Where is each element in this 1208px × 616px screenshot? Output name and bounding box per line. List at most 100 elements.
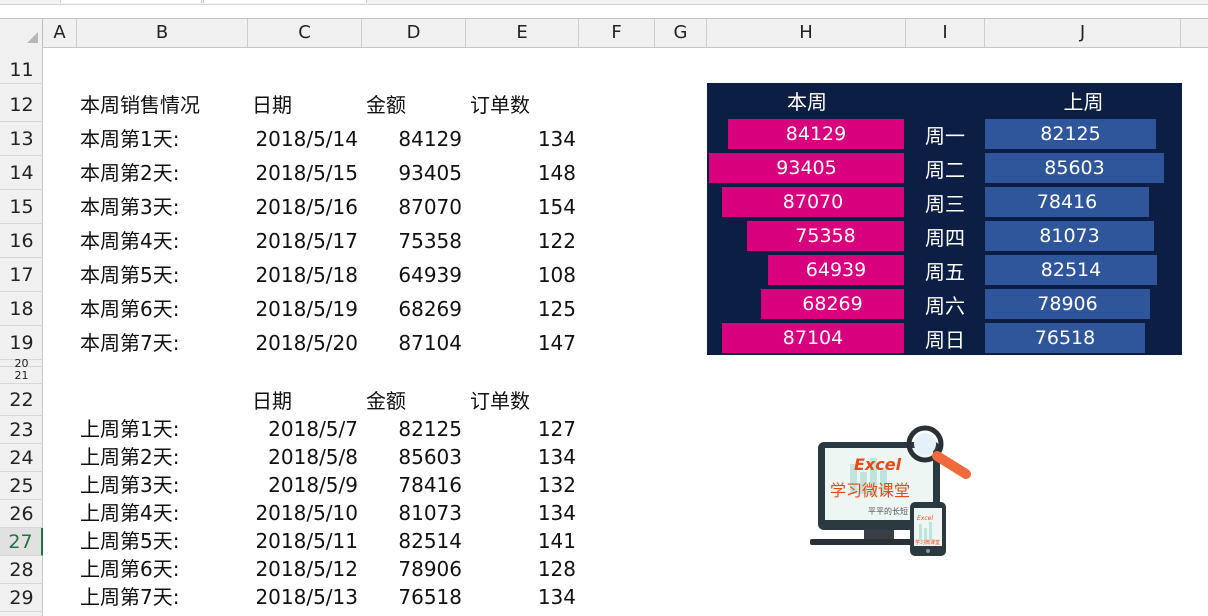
last-week-date-cell[interactable]: 2018/5/8 xyxy=(248,442,358,472)
last-week-amount-cell[interactable]: 76518 xyxy=(362,582,462,612)
column-header-f[interactable]: F xyxy=(579,19,655,47)
last-week-day-label[interactable]: 上周第7天: xyxy=(80,582,179,612)
last-week-orders-cell[interactable]: 128 xyxy=(466,554,576,584)
last-week-amount-cell[interactable]: 78906 xyxy=(362,554,462,584)
this-week-day-label[interactable]: 本周第2天: xyxy=(80,158,179,188)
last-week-bar: 81073 xyxy=(985,221,1154,251)
cell-c22[interactable]: 日期 xyxy=(252,386,292,416)
this-week-day-label[interactable]: 本周第1天: xyxy=(80,124,179,154)
last-week-date-cell[interactable]: 2018/5/12 xyxy=(248,554,358,584)
column-header-b[interactable]: B xyxy=(77,19,248,47)
this-week-date-cell[interactable]: 2018/5/18 xyxy=(248,260,358,290)
this-week-bar: 87070 xyxy=(722,187,904,217)
this-week-date-cell[interactable]: 2018/5/15 xyxy=(248,158,358,188)
this-week-amount-cell[interactable]: 68269 xyxy=(362,294,462,324)
last-week-orders-cell[interactable]: 127 xyxy=(466,414,576,444)
column-header-bar: ABCDEFGHIJ xyxy=(0,18,1208,48)
last-week-amount-cell[interactable]: 82514 xyxy=(362,526,462,556)
last-week-day-label[interactable]: 上周第4天: xyxy=(80,498,179,528)
row-header-12[interactable]: 12 xyxy=(0,88,43,122)
row-header-25[interactable]: 25 xyxy=(0,472,43,500)
this-week-date-cell[interactable]: 2018/5/17 xyxy=(248,226,358,256)
this-week-day-label[interactable]: 本周第7天: xyxy=(80,328,179,358)
last-week-amount-cell[interactable]: 85603 xyxy=(362,442,462,472)
row-header-16[interactable]: 16 xyxy=(0,224,43,258)
row-header-29[interactable]: 29 xyxy=(0,584,43,612)
last-week-date-cell[interactable]: 2018/5/7 xyxy=(248,414,358,444)
this-week-amount-cell[interactable]: 87070 xyxy=(362,192,462,222)
this-week-amount-cell[interactable]: 64939 xyxy=(362,260,462,290)
this-week-orders-cell[interactable]: 134 xyxy=(466,124,576,154)
column-header-i[interactable]: I xyxy=(906,19,985,47)
last-week-amount-cell[interactable]: 82125 xyxy=(362,414,462,444)
column-header-h[interactable]: H xyxy=(707,19,906,47)
last-week-orders-cell[interactable]: 134 xyxy=(466,442,576,472)
column-header-e[interactable]: E xyxy=(466,19,579,47)
last-week-day-label[interactable]: 上周第1天: xyxy=(80,414,179,444)
this-week-date-cell[interactable]: 2018/5/20 xyxy=(248,328,358,358)
last-week-date-cell[interactable]: 2018/5/9 xyxy=(248,470,358,500)
row-header-14[interactable]: 14 xyxy=(0,156,43,190)
last-week-day-label[interactable]: 上周第2天: xyxy=(80,442,179,472)
cell-b12[interactable]: 本周销售情况 xyxy=(80,90,200,120)
row-header-17[interactable]: 17 xyxy=(0,258,43,292)
this-week-date-cell[interactable]: 2018/5/19 xyxy=(248,294,358,324)
row-header-23[interactable]: 23 xyxy=(0,416,43,444)
column-header-c[interactable]: C xyxy=(248,19,362,47)
cell-e22[interactable]: 订单数 xyxy=(470,386,530,416)
last-week-orders-cell[interactable]: 132 xyxy=(466,470,576,500)
logo-tagline: 平平的长短 xyxy=(868,506,908,516)
row-header-27[interactable]: 27 xyxy=(0,528,43,556)
this-week-orders-cell[interactable]: 125 xyxy=(466,294,576,324)
last-week-orders-cell[interactable]: 141 xyxy=(466,526,576,556)
sheet-tab[interactable] xyxy=(203,0,367,3)
this-week-day-label[interactable]: 本周第6天: xyxy=(80,294,179,324)
cell-d12[interactable]: 金额 xyxy=(366,90,406,120)
row-header-19[interactable]: 19 xyxy=(0,326,43,360)
last-week-date-cell[interactable]: 2018/5/11 xyxy=(248,526,358,556)
row-header-11[interactable]: 11 xyxy=(0,56,43,84)
this-week-orders-cell[interactable]: 148 xyxy=(466,158,576,188)
row-header-15[interactable]: 15 xyxy=(0,190,43,224)
row-header-26[interactable]: 26 xyxy=(0,500,43,528)
row-header-28[interactable]: 28 xyxy=(0,556,43,584)
this-week-orders-cell[interactable]: 108 xyxy=(466,260,576,290)
this-week-day-label[interactable]: 本周第5天: xyxy=(80,260,179,290)
cell-e12[interactable]: 订单数 xyxy=(470,90,530,120)
last-week-orders-cell[interactable]: 134 xyxy=(466,498,576,528)
row-header-13[interactable]: 13 xyxy=(0,122,43,156)
this-week-date-cell[interactable]: 2018/5/16 xyxy=(248,192,358,222)
last-week-amount-cell[interactable]: 78416 xyxy=(362,470,462,500)
row-header-24[interactable]: 24 xyxy=(0,444,43,472)
this-week-amount-cell[interactable]: 75358 xyxy=(362,226,462,256)
this-week-orders-cell[interactable]: 122 xyxy=(466,226,576,256)
last-week-amount-cell[interactable]: 81073 xyxy=(362,498,462,528)
last-week-orders-cell[interactable]: 134 xyxy=(466,582,576,612)
last-week-day-label[interactable]: 上周第5天: xyxy=(80,526,179,556)
weekday-label: 周日 xyxy=(925,328,965,352)
cell-d22[interactable]: 金额 xyxy=(366,386,406,416)
column-header-d[interactable]: D xyxy=(362,19,466,47)
this-week-amount-cell[interactable]: 93405 xyxy=(362,158,462,188)
this-week-amount-cell[interactable]: 87104 xyxy=(362,328,462,358)
this-week-date-cell[interactable]: 2018/5/14 xyxy=(248,124,358,154)
this-week-amount-cell[interactable]: 84129 xyxy=(362,124,462,154)
row-header-20[interactable]: 20 xyxy=(0,358,43,369)
row-header-21[interactable]: 21 xyxy=(0,367,43,384)
select-all-corner[interactable] xyxy=(0,19,43,47)
row-header-18[interactable]: 18 xyxy=(0,292,43,326)
row-header-22[interactable]: 22 xyxy=(0,384,43,416)
this-week-orders-cell[interactable]: 147 xyxy=(466,328,576,358)
sheet-tab[interactable] xyxy=(60,0,202,3)
this-week-day-label[interactable]: 本周第3天: xyxy=(80,192,179,222)
last-week-day-label[interactable]: 上周第3天: xyxy=(80,470,179,500)
column-header-j[interactable]: J xyxy=(985,19,1181,47)
last-week-day-label[interactable]: 上周第6天: xyxy=(80,554,179,584)
last-week-date-cell[interactable]: 2018/5/13 xyxy=(248,582,358,612)
last-week-date-cell[interactable]: 2018/5/10 xyxy=(248,498,358,528)
column-header-a[interactable]: A xyxy=(43,19,77,47)
column-header-g[interactable]: G xyxy=(655,19,707,47)
cell-c12[interactable]: 日期 xyxy=(252,90,292,120)
this-week-orders-cell[interactable]: 154 xyxy=(466,192,576,222)
this-week-day-label[interactable]: 本周第4天: xyxy=(80,226,179,256)
